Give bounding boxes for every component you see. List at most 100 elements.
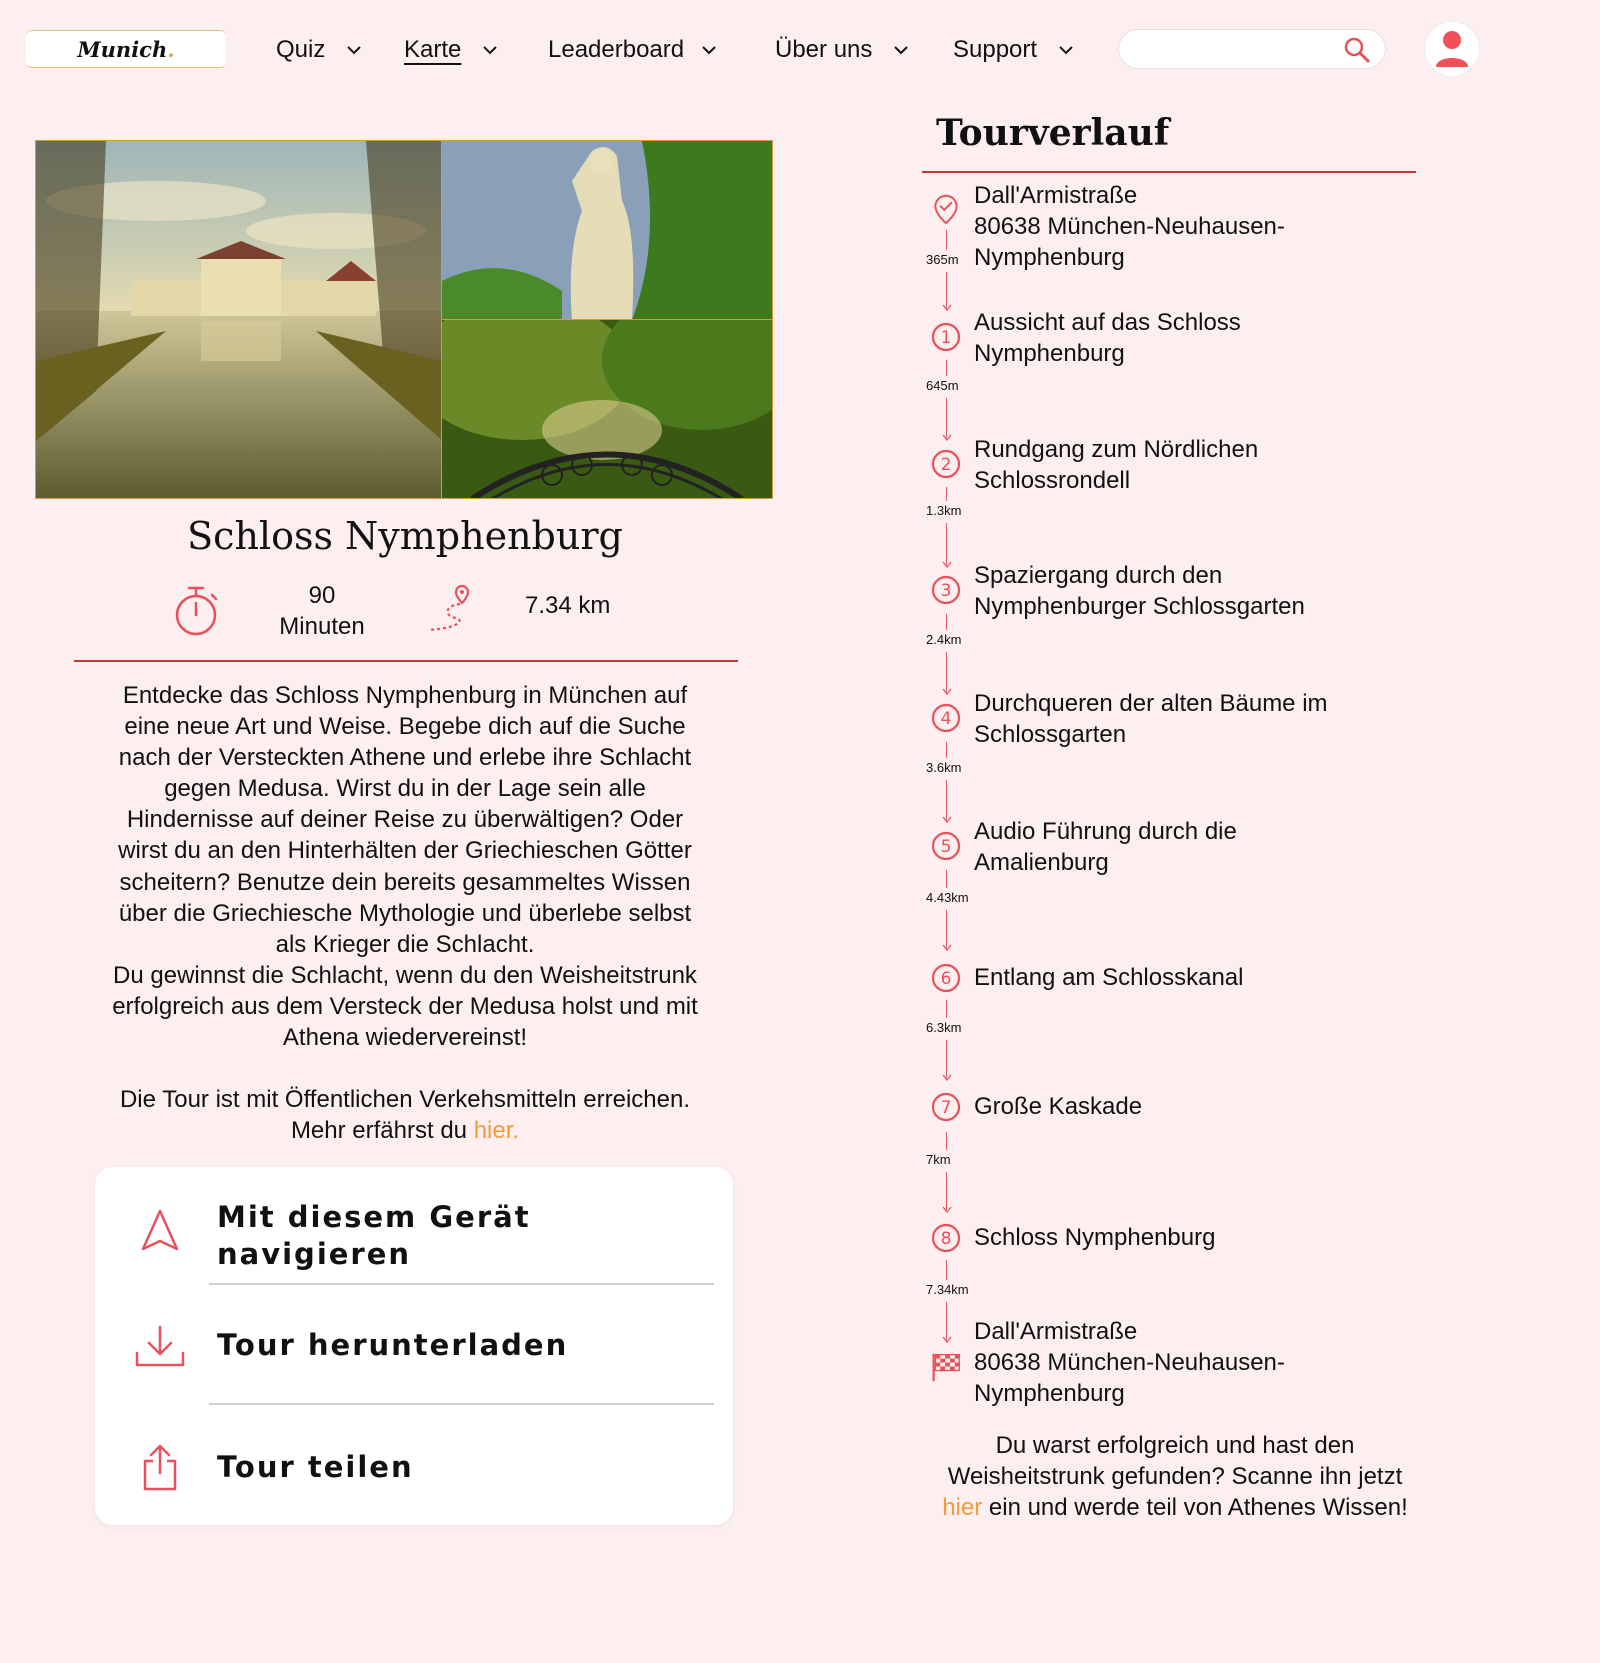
search-icon[interactable] [1343, 36, 1371, 64]
stop-line: Rundgang zum Nördlichen [974, 436, 1259, 463]
download-button[interactable]: Tour herunterladen [95, 1307, 733, 1387]
stop-line: Nymphenburg [974, 340, 1125, 367]
route-stop[interactable]: Entlang am Schlosskanal [974, 962, 1394, 993]
address-line: Nymphenburg [974, 1380, 1125, 1407]
nav-item-support[interactable]: Support [953, 28, 1073, 72]
navigate-label: Mit diesem Gerät navigieren [217, 1200, 531, 1271]
transport-link[interactable]: hier. [474, 1117, 519, 1144]
address-line: Dall'Armistraße [974, 1318, 1138, 1345]
search-box [1118, 29, 1386, 69]
nav-label: Support [953, 36, 1038, 63]
description-line: wirst du an den Hinterhälten der Griechi… [118, 837, 692, 865]
nav-item-karte[interactable]: Karte [404, 28, 498, 72]
nav-item-quiz[interactable]: Quiz [276, 28, 362, 72]
stop-line: Spaziergang durch den [974, 562, 1223, 589]
stop-number-icon: 3 [931, 575, 961, 605]
description-line: eine neue Art und Weise. Begebe dich auf… [124, 713, 686, 741]
segment-line [946, 360, 947, 376]
address-line: 80638 München-Neuhausen- [974, 1349, 1285, 1376]
tour-title: Schloss Nymphenburg [187, 514, 623, 558]
address-line: Nymphenburg [974, 244, 1125, 271]
action-separator [209, 1283, 714, 1285]
chevron-down-icon [894, 46, 909, 55]
route-start-address[interactable]: Dall'Armistraße 80638 München-Neuhausen- N… [974, 180, 1394, 273]
transport-more-text: Mehr erfährst du [290, 1117, 474, 1145]
download-label: Tour herunterladen [217, 1328, 569, 1362]
duration-unit: Minuten [279, 613, 365, 640]
address-line: Dall'Armistraße [974, 182, 1138, 209]
stop-number: 2 [941, 455, 952, 475]
stop-number: 3 [941, 581, 952, 601]
route-stop[interactable]: Große Kaskade [974, 1091, 1394, 1122]
arrow-down-icon [942, 304, 952, 311]
segment-line [946, 487, 947, 501]
stop-number-icon: 6 [931, 963, 961, 993]
nav-label: Leaderboard [548, 36, 685, 63]
route-stop[interactable]: Aussicht auf das Schloss Nymphenburg [974, 307, 1394, 369]
stop-number: 8 [941, 1229, 952, 1249]
route-stop[interactable]: Spaziergang durch den Nymphenburger Schlo… [974, 560, 1394, 622]
download-icon [135, 1325, 185, 1367]
description-line: Du gewinnst die Schlacht, wenn du den We… [113, 961, 697, 989]
stop-line: Nymphenburger Schlossgarten [974, 593, 1305, 620]
description-line: Hindernisse auf deiner Reise zu überwält… [126, 806, 684, 834]
stop-number-icon: 5 [931, 831, 961, 861]
navigate-button[interactable]: Mit diesem Gerät navigieren [95, 1195, 733, 1275]
user-avatar-button[interactable] [1424, 21, 1480, 77]
route-segment: 645m [924, 360, 984, 441]
route-stop[interactable]: Audio Führung durch die Amalienburg [974, 816, 1394, 878]
segment-line [946, 272, 947, 308]
nav-label: Quiz [276, 36, 326, 63]
tour-stats: 90 Minuten 7.34 km [0, 580, 800, 644]
tour-actions-card: Mit diesem Gerät navigieren Tour herunte… [95, 1167, 733, 1525]
distance-value: 7.34 km [525, 592, 611, 619]
tour-image-gallery [35, 140, 773, 499]
tour-description: Entdecke das Schloss Nymphenburg in Münc… [60, 680, 750, 1146]
chevron-down-icon [483, 46, 498, 55]
description-line: nach der Versteckten Athene und erlebe i… [118, 744, 692, 772]
arrow-down-icon [942, 1074, 952, 1081]
stop-number-icon: 7 [931, 1092, 961, 1122]
segment-line [946, 1260, 947, 1280]
navigation-arrow-icon [141, 1209, 179, 1251]
logo-text: Munich [77, 36, 168, 62]
stop-line: Große Kaskade [974, 1093, 1143, 1120]
nav-item-ueber-uns[interactable]: Über uns [775, 28, 909, 72]
segment-line [946, 398, 947, 438]
segment-distance: 645m [926, 378, 959, 393]
segment-line [946, 1040, 947, 1078]
segment-line [946, 910, 947, 948]
garden-bridge-photo[interactable] [442, 320, 772, 498]
scan-note-text: Du warst erfolgreich und hast den Weishe… [947, 1432, 1403, 1490]
stop-line: Aussicht auf das Schloss [974, 309, 1241, 336]
stop-number-icon: 1 [931, 322, 961, 352]
route-stop[interactable]: Durchqueren der alten Bäume im Schlossgar… [974, 688, 1394, 750]
segment-line [946, 652, 947, 692]
nav-label: Über uns [775, 36, 873, 63]
athena-statue-photo[interactable] [442, 141, 772, 320]
segment-distance: 4.43km [926, 890, 969, 905]
share-label: Tour teilen [217, 1450, 414, 1484]
description-line: Entdecke das Schloss Nymphenburg in Münc… [122, 682, 688, 709]
share-button[interactable]: Tour teilen [95, 1429, 733, 1509]
arrow-down-icon [942, 434, 952, 441]
check-pin-icon [934, 194, 958, 224]
route-end-address[interactable]: Dall'Armistraße 80638 München-Neuhausen- N… [974, 1316, 1394, 1409]
stop-line: Schloss Nymphenburg [974, 1224, 1216, 1251]
logo[interactable]: Munich. [26, 30, 226, 68]
scan-link[interactable]: hier [942, 1494, 982, 1521]
route-segment: 365m [924, 230, 984, 311]
stop-number: 5 [941, 837, 952, 857]
search-input[interactable] [1133, 30, 1343, 68]
route-stop[interactable]: Rundgang zum Nördlichen Schlossrondell [974, 434, 1394, 496]
stop-number: 4 [941, 709, 952, 729]
duration-value: 90 [308, 582, 336, 609]
route-stop[interactable]: Schloss Nymphenburg [974, 1222, 1394, 1253]
chevron-down-icon [702, 46, 716, 55]
description-line: als Krieger die Schlacht. [275, 930, 535, 958]
palace-canal-photo[interactable] [36, 141, 442, 498]
nav-item-leaderboard[interactable]: Leaderboard [548, 28, 716, 72]
stop-line: Amalienburg [974, 849, 1109, 876]
segment-line [946, 870, 947, 888]
route-icon [427, 584, 470, 632]
